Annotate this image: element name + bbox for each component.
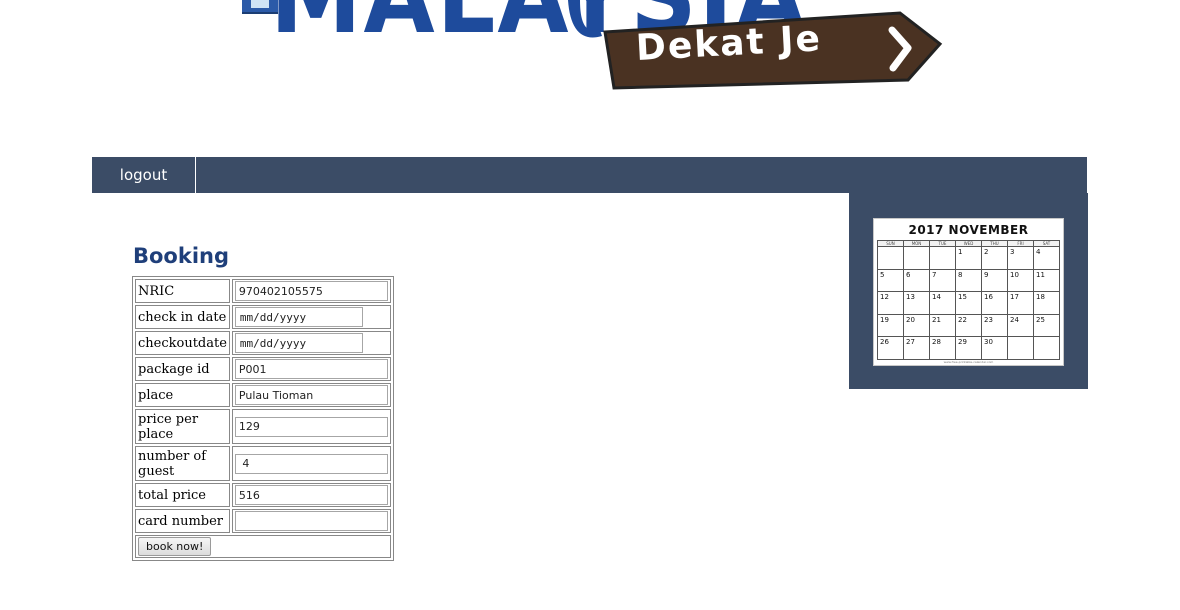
field-label: total price [135, 483, 230, 507]
price-per-place-input[interactable] [234, 416, 388, 437]
check-in-date-input[interactable]: mm/dd/yyyy [234, 307, 363, 327]
calendar-day [1007, 336, 1034, 360]
calendar-day: 10 [1007, 268, 1034, 293]
field-label: NRIC [135, 279, 230, 303]
field-label: number of guest [135, 446, 230, 481]
form-row-total: total price [135, 483, 391, 507]
calendar-day: 25 [1033, 313, 1060, 338]
form-row-price: price per place [135, 409, 391, 444]
total-price-input[interactable] [234, 485, 388, 505]
form-row-check-out: checkoutdate mm/dd/yyyy [135, 331, 391, 355]
calendar-day: 17 [1007, 291, 1034, 315]
calendar-title: 2017 NOVEMBER [908, 223, 1029, 237]
field-label: package id [135, 357, 230, 381]
calendar-grid: SUN MON TUE WED THU FRI SAT 1 2 3 4 5 6 [877, 240, 1060, 360]
book-now-button[interactable]: book now! [138, 537, 212, 556]
field-label: place [135, 383, 230, 407]
field-label: card number [135, 509, 230, 533]
calendar-footer: www.free-printable-calendar.com [943, 360, 994, 364]
calendar-day: 23 [981, 313, 1008, 338]
calendar-day: 14 [929, 291, 956, 315]
calendar-day: 24 [1007, 313, 1034, 338]
place-input[interactable] [234, 385, 388, 405]
form-row-card: card number [135, 509, 391, 533]
calendar-day: 15 [955, 291, 982, 315]
calendar-day [1033, 336, 1060, 360]
field-label: check in date [135, 305, 230, 329]
booking-form: NRIC check in date mm/dd/yyyy checkoutda… [132, 276, 394, 561]
calendar-day: 18 [1033, 291, 1060, 315]
calendar-day: 13 [903, 291, 930, 315]
site-header: MALAYSIA Dekat Je [0, 0, 1180, 100]
calendar-day: 27 [903, 336, 930, 360]
calendar-day: 4 [1033, 246, 1060, 270]
page-title: Booking [133, 244, 230, 268]
field-label: price per place [135, 409, 230, 444]
form-row-submit: book now! [135, 535, 391, 558]
calendar-day: 22 [955, 313, 982, 338]
card-number-input[interactable] [234, 511, 388, 531]
form-row-check-in: check in date mm/dd/yyyy [135, 305, 391, 329]
calendar-day: 9 [981, 268, 1008, 293]
calendar-day: 2 [981, 246, 1008, 270]
form-row-package-id: package id [135, 357, 391, 381]
calendar-day: 20 [903, 313, 930, 338]
calendar-day: 30 [981, 336, 1008, 360]
calendar-day: 7 [929, 268, 956, 293]
number-of-guest-input[interactable] [234, 453, 388, 474]
calendar-day [903, 246, 930, 270]
package-id-input[interactable] [234, 359, 388, 379]
field-label: checkoutdate [135, 331, 230, 355]
form-row-nric: NRIC [135, 279, 391, 303]
calendar-day: 12 [877, 291, 904, 315]
form-row-place: place [135, 383, 391, 407]
calendar-day: 16 [981, 291, 1008, 315]
calendar-day: 3 [1007, 246, 1034, 270]
nric-input[interactable] [234, 281, 388, 301]
calendar-day: 19 [877, 313, 904, 338]
calendar-day: 21 [929, 313, 956, 338]
form-row-guests: number of guest [135, 446, 391, 481]
calendar-day [877, 246, 904, 270]
nav-logout-link[interactable]: logout [92, 157, 196, 193]
calendar-day: 5 [877, 268, 904, 293]
calendar-day: 8 [955, 268, 982, 293]
calendar-day: 1 [955, 246, 982, 270]
calendar-day: 26 [877, 336, 904, 360]
calendar-day [929, 246, 956, 270]
calendar-day: 11 [1033, 268, 1060, 293]
calendar-day: 29 [955, 336, 982, 360]
main-navbar: logout [92, 157, 1087, 193]
calendar-day: 6 [903, 268, 930, 293]
calendar-day: 28 [929, 336, 956, 360]
check-out-date-input[interactable]: mm/dd/yyyy [234, 333, 363, 353]
calendar-image: 2017 NOVEMBER SUN MON TUE WED THU FRI SA… [873, 218, 1064, 366]
